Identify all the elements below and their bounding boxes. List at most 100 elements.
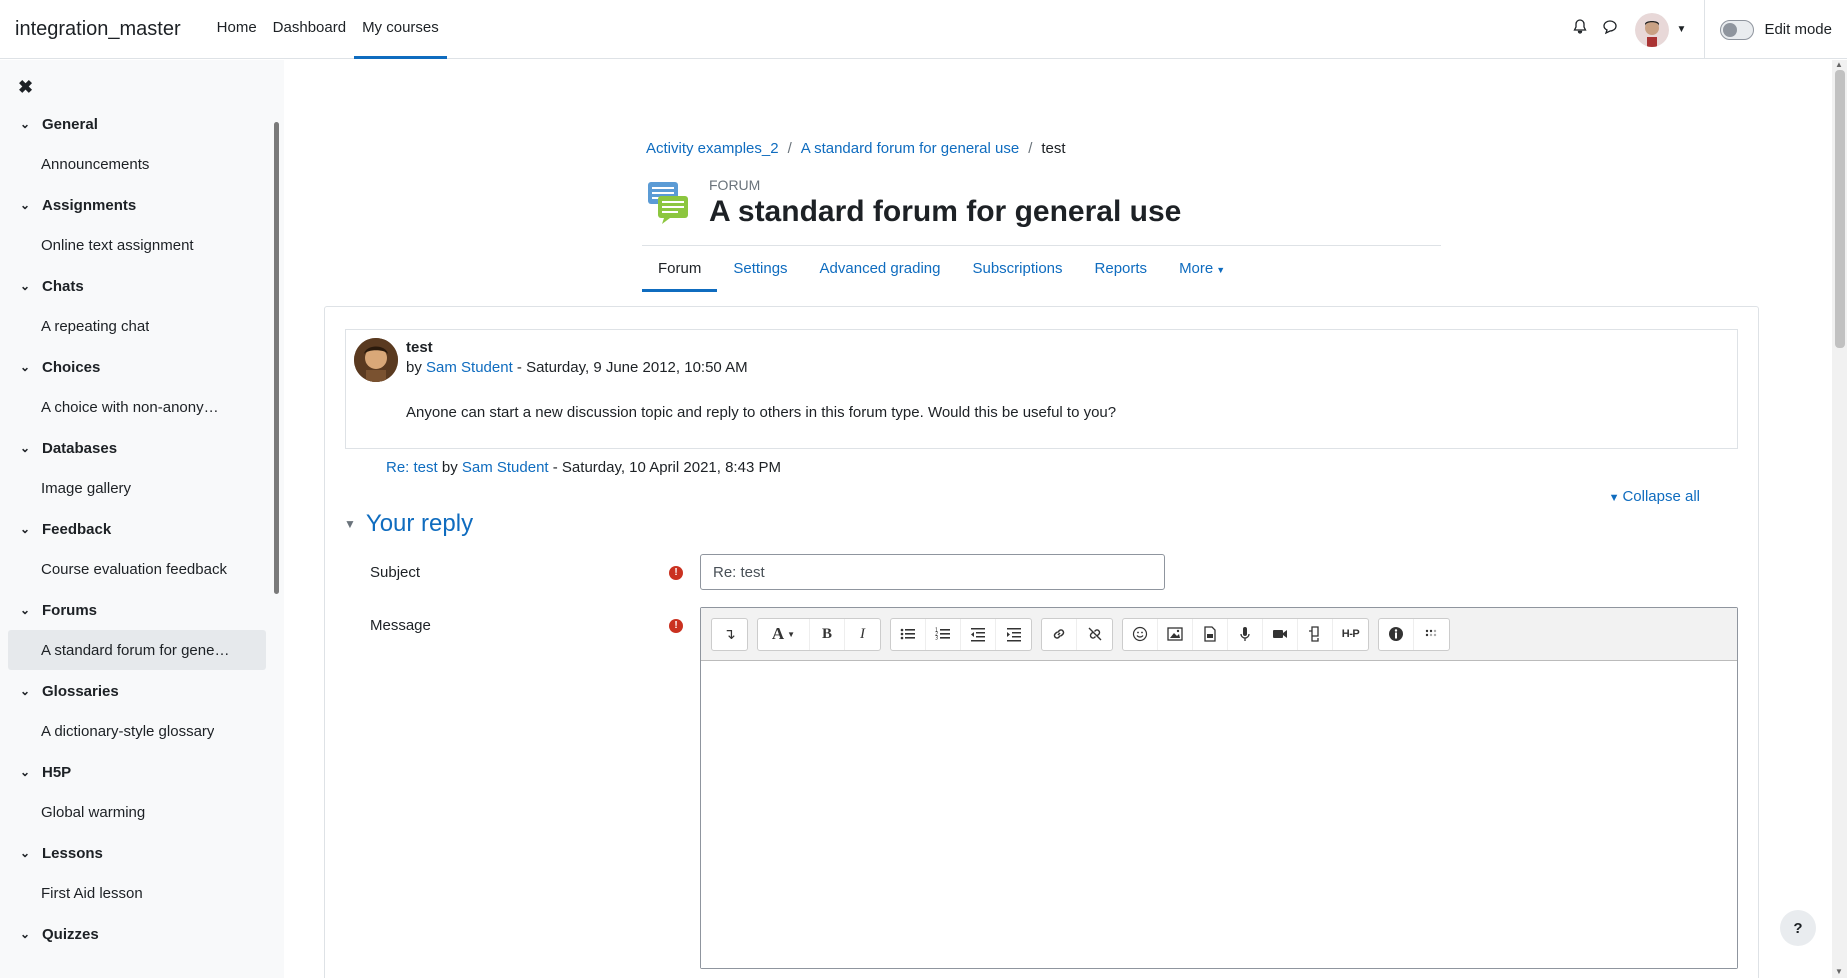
- svg-text:3: 3: [935, 636, 938, 642]
- scrollbar-thumb[interactable]: [1835, 70, 1845, 348]
- nav-dashboard[interactable]: Dashboard: [265, 0, 354, 59]
- link-icon[interactable]: [1042, 618, 1077, 650]
- scroll-down-arrow-icon[interactable]: ▼: [1835, 967, 1843, 976]
- your-reply-section-toggle[interactable]: ▼ Your reply: [344, 510, 473, 538]
- bold-icon[interactable]: B: [810, 618, 845, 650]
- sidebar-item-repeating-chat[interactable]: A repeating chat: [0, 306, 270, 346]
- nav-my-courses[interactable]: My courses: [354, 0, 447, 59]
- post-date: - Saturday, 9 June 2012, 10:50 AM: [516, 359, 748, 376]
- help-button[interactable]: ?: [1780, 910, 1816, 946]
- section-header[interactable]: ⌄ Forums: [0, 590, 270, 630]
- sidebar-item-first-aid[interactable]: First Aid lesson: [0, 873, 270, 913]
- collapse-toolbar-icon[interactable]: ↴: [712, 619, 747, 650]
- tab-more[interactable]: More ▼: [1163, 246, 1241, 292]
- drawer-scrollbar[interactable]: [274, 122, 279, 594]
- h5p-icon[interactable]: H-P: [1333, 619, 1368, 650]
- notifications-bell-icon[interactable]: [1565, 19, 1595, 40]
- chevron-down-icon[interactable]: ⌄: [20, 522, 42, 536]
- emoji-icon[interactable]: [1123, 618, 1158, 650]
- section-choices: ⌄ Choices A choice with non-anonym…: [0, 347, 270, 427]
- section-header[interactable]: ⌄ Choices: [0, 347, 270, 387]
- chevron-down-icon[interactable]: ⌄: [20, 765, 42, 779]
- sidebar-item-course-evaluation[interactable]: Course evaluation feedback: [0, 549, 270, 589]
- post-author-link[interactable]: Sam Student: [426, 359, 513, 376]
- forum-icon: [646, 180, 690, 224]
- screenreader-helper-icon[interactable]: [1414, 619, 1449, 650]
- sidebar-item-glossary[interactable]: A dictionary-style glossary: [0, 711, 270, 751]
- chevron-down-icon[interactable]: ⌄: [20, 846, 42, 860]
- manage-files-icon[interactable]: [1298, 618, 1333, 650]
- sidebar-item-online-text-assignment[interactable]: Online text assignment: [0, 225, 270, 265]
- reply-author-link[interactable]: Sam Student: [462, 459, 549, 476]
- reply-entry: Re: test by Sam Student - Saturday, 10 A…: [386, 459, 781, 476]
- site-brand[interactable]: integration_master: [15, 18, 181, 41]
- tab-settings[interactable]: Settings: [717, 246, 803, 292]
- section-assignments: ⌄ Assignments Online text assignment: [0, 185, 270, 265]
- section-header[interactable]: ⌄ Chats: [0, 266, 270, 306]
- user-menu-caret-icon[interactable]: ▼: [1677, 24, 1687, 35]
- section-header[interactable]: ⌄ Glossaries: [0, 671, 270, 711]
- required-icon: !: [669, 566, 683, 580]
- forum-post: test by Sam Student - Saturday, 9 June 2…: [345, 329, 1738, 449]
- secondary-nav: Forum Settings Advanced grading Subscrip…: [642, 246, 1241, 292]
- tab-reports[interactable]: Reports: [1079, 246, 1164, 292]
- sidebar-item-announcements[interactable]: Announcements: [0, 144, 270, 184]
- italic-icon[interactable]: I: [845, 619, 880, 650]
- breadcrumb-forum[interactable]: A standard forum for general use: [801, 140, 1019, 157]
- tab-subscriptions[interactable]: Subscriptions: [956, 246, 1078, 292]
- subject-label: Subject: [370, 564, 421, 581]
- chevron-down-icon[interactable]: ⌄: [20, 441, 42, 455]
- chevron-down-icon[interactable]: ⌄: [20, 603, 42, 617]
- accessibility-checker-icon[interactable]: [1379, 618, 1414, 650]
- sidebar-item-global-warming[interactable]: Global warming: [0, 792, 270, 832]
- message-edit-area[interactable]: [701, 661, 1737, 968]
- chevron-down-icon[interactable]: ⌄: [20, 279, 42, 293]
- ordered-list-icon[interactable]: 123: [926, 618, 961, 650]
- unordered-list-icon[interactable]: [891, 618, 926, 650]
- collapse-all-link[interactable]: ▼ Collapse all: [1609, 488, 1700, 505]
- post-subject: test: [406, 339, 433, 356]
- record-audio-icon[interactable]: [1228, 618, 1263, 650]
- page-scrollbar[interactable]: ▲ ▼: [1832, 60, 1847, 978]
- section-header[interactable]: ⌄ H5P: [0, 752, 270, 792]
- tab-advanced-grading[interactable]: Advanced grading: [804, 246, 957, 292]
- subject-input[interactable]: [700, 554, 1165, 590]
- section-header[interactable]: ⌄ Databases: [0, 428, 270, 468]
- paragraph-style-icon[interactable]: A ▼: [758, 618, 810, 650]
- section-header[interactable]: ⌄ Quizzes: [0, 914, 270, 954]
- breadcrumb-separator: /: [1028, 140, 1033, 157]
- sidebar-item-image-gallery[interactable]: Image gallery: [0, 468, 270, 508]
- chevron-down-icon[interactable]: ⌄: [20, 927, 42, 941]
- reply-link[interactable]: Re: test: [386, 459, 438, 476]
- user-avatar[interactable]: [1634, 12, 1669, 47]
- media-file-icon[interactable]: [1193, 618, 1228, 650]
- author-avatar[interactable]: [354, 338, 398, 382]
- section-header[interactable]: ⌄ Assignments: [0, 185, 270, 225]
- chevron-down-icon[interactable]: ⌄: [20, 117, 42, 131]
- image-icon[interactable]: [1158, 618, 1193, 650]
- close-drawer-icon[interactable]: ✖: [18, 77, 33, 98]
- sidebar-item-standard-forum[interactable]: A standard forum for gene…: [8, 630, 266, 670]
- edit-mode-toggle[interactable]: [1720, 19, 1755, 40]
- outdent-icon[interactable]: [961, 618, 996, 650]
- chevron-down-icon[interactable]: ⌄: [20, 684, 42, 698]
- top-navbar: integration_master Home Dashboard My cou…: [0, 0, 1847, 59]
- nav-home[interactable]: Home: [209, 0, 265, 59]
- tab-forum[interactable]: Forum: [642, 246, 718, 292]
- scroll-up-arrow-icon[interactable]: ▲: [1835, 60, 1843, 69]
- sidebar-item-choice[interactable]: A choice with non-anonym…: [0, 387, 270, 427]
- record-video-icon[interactable]: [1263, 618, 1298, 650]
- section-header[interactable]: ⌄ Feedback: [0, 509, 270, 549]
- chevron-down-icon[interactable]: ⌄: [20, 198, 42, 212]
- chevron-down-icon[interactable]: ⌄: [20, 360, 42, 374]
- breadcrumb-course[interactable]: Activity examples_2: [646, 140, 779, 157]
- breadcrumb-separator: /: [787, 140, 792, 157]
- indent-icon[interactable]: [996, 619, 1031, 650]
- section-header[interactable]: ⌄ Lessons: [0, 833, 270, 873]
- course-index-drawer: ✖ ⌄ General Announcements ⌄ Assignments On…: [0, 60, 284, 978]
- user-nav: ▼ Edit mode: [1565, 0, 1847, 59]
- unlink-icon[interactable]: [1077, 619, 1112, 650]
- section-header[interactable]: ⌄ General: [0, 104, 270, 144]
- messages-chat-icon[interactable]: [1595, 19, 1625, 40]
- main-region: Activity examples_2 / A standard forum f…: [284, 60, 1827, 978]
